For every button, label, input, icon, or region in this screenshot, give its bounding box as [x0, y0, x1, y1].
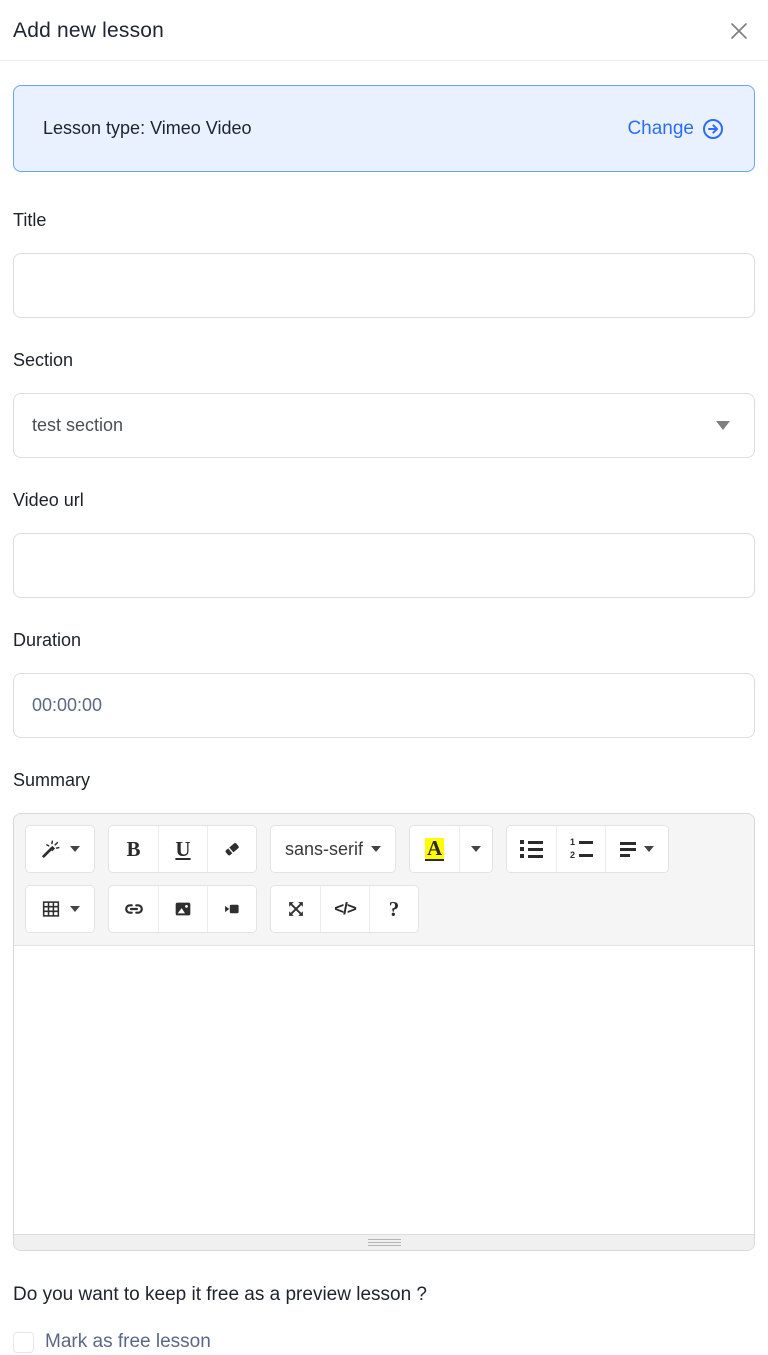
view-group: </> ? — [270, 885, 419, 933]
fullscreen-button[interactable] — [271, 886, 320, 932]
close-button[interactable] — [726, 18, 752, 44]
summary-label: Summary — [13, 770, 755, 791]
page-title: Add new lesson — [13, 19, 164, 43]
toolbar-row-1: B U — [25, 825, 743, 873]
resize-handle[interactable] — [368, 1239, 401, 1246]
lesson-type-banner: Lesson type: Vimeo Video Change — [13, 85, 755, 172]
free-lesson-row: Mark as free lesson — [13, 1331, 755, 1353]
caret-down-icon — [471, 846, 481, 852]
free-lesson-checkbox[interactable] — [13, 1332, 34, 1353]
eraser-icon — [221, 838, 243, 860]
caret-down-icon — [371, 846, 381, 852]
codeview-button[interactable]: </> — [320, 886, 369, 932]
magic-style-dropdown-button[interactable] — [26, 826, 94, 872]
preview-question: Do you want to keep it free as a preview… — [13, 1284, 755, 1306]
magic-wand-icon — [40, 838, 62, 860]
table-dropdown-button[interactable] — [26, 886, 94, 932]
video-url-label: Video url — [13, 490, 755, 511]
clear-format-button[interactable] — [207, 826, 256, 872]
editor-content-area[interactable] — [14, 946, 754, 1234]
video-url-input[interactable] — [13, 533, 755, 598]
close-icon — [727, 19, 751, 43]
insert-group — [108, 885, 257, 933]
toolbar-row-2: </> ? — [25, 885, 743, 933]
bold-button[interactable]: B — [109, 826, 158, 872]
table-icon — [40, 898, 62, 920]
ordered-list-button[interactable]: 1 2 — [556, 826, 605, 872]
editor-statusbar — [14, 1234, 754, 1250]
bold-icon: B — [126, 837, 140, 862]
section-select[interactable]: test section — [13, 393, 755, 458]
link-icon — [123, 898, 145, 920]
font-color-button[interactable]: A — [410, 826, 459, 872]
picture-icon — [172, 898, 194, 920]
unordered-list-icon — [520, 840, 543, 858]
ordered-list-icon: 1 2 — [570, 838, 593, 860]
underline-button[interactable]: U — [158, 826, 207, 872]
title-label: Title — [13, 210, 755, 231]
color-group: A — [409, 825, 493, 873]
paragraph-align-icon — [620, 842, 636, 857]
summary-richtext-editor: B U — [13, 813, 755, 1251]
fullscreen-arrows-icon — [285, 898, 307, 920]
paragraph-dropdown-button[interactable] — [605, 826, 668, 872]
free-lesson-label: Mark as free lesson — [45, 1331, 211, 1353]
change-lesson-type-button[interactable]: Change — [627, 117, 725, 141]
picture-button[interactable] — [158, 886, 207, 932]
help-icon: ? — [389, 897, 400, 922]
duration-label: Duration — [13, 630, 755, 651]
caret-down-icon — [70, 846, 80, 852]
help-button[interactable]: ? — [369, 886, 418, 932]
font-family-dropdown[interactable]: sans-serif — [271, 826, 395, 872]
font-color-icon: A — [425, 838, 444, 861]
caret-down-icon — [70, 906, 80, 912]
paragraph-group: 1 2 — [506, 825, 669, 873]
editor-toolbar: B U — [14, 814, 754, 946]
underline-icon: U — [175, 837, 190, 862]
lesson-form: Title Section test section Video url Dur… — [0, 210, 768, 1353]
modal-header: Add new lesson — [0, 0, 768, 61]
code-icon: </> — [334, 899, 356, 919]
caret-down-icon — [644, 846, 654, 852]
duration-input[interactable] — [13, 673, 755, 738]
color-dropdown-button[interactable] — [459, 826, 492, 872]
font-style-group: B U — [108, 825, 257, 873]
font-family-value: sans-serif — [285, 839, 363, 860]
video-button[interactable] — [207, 886, 256, 932]
chevron-down-icon — [716, 421, 730, 430]
style-group — [25, 825, 95, 873]
lesson-type-text: Lesson type: Vimeo Video — [43, 118, 251, 139]
link-button[interactable] — [109, 886, 158, 932]
section-selected-value: test section — [32, 415, 123, 436]
arrow-circle-right-icon — [701, 117, 725, 141]
unordered-list-button[interactable] — [507, 826, 556, 872]
title-input[interactable] — [13, 253, 755, 318]
table-group — [25, 885, 95, 933]
change-label: Change — [627, 118, 694, 140]
font-family-group: sans-serif — [270, 825, 396, 873]
section-label: Section — [13, 350, 755, 371]
video-icon — [221, 898, 243, 920]
